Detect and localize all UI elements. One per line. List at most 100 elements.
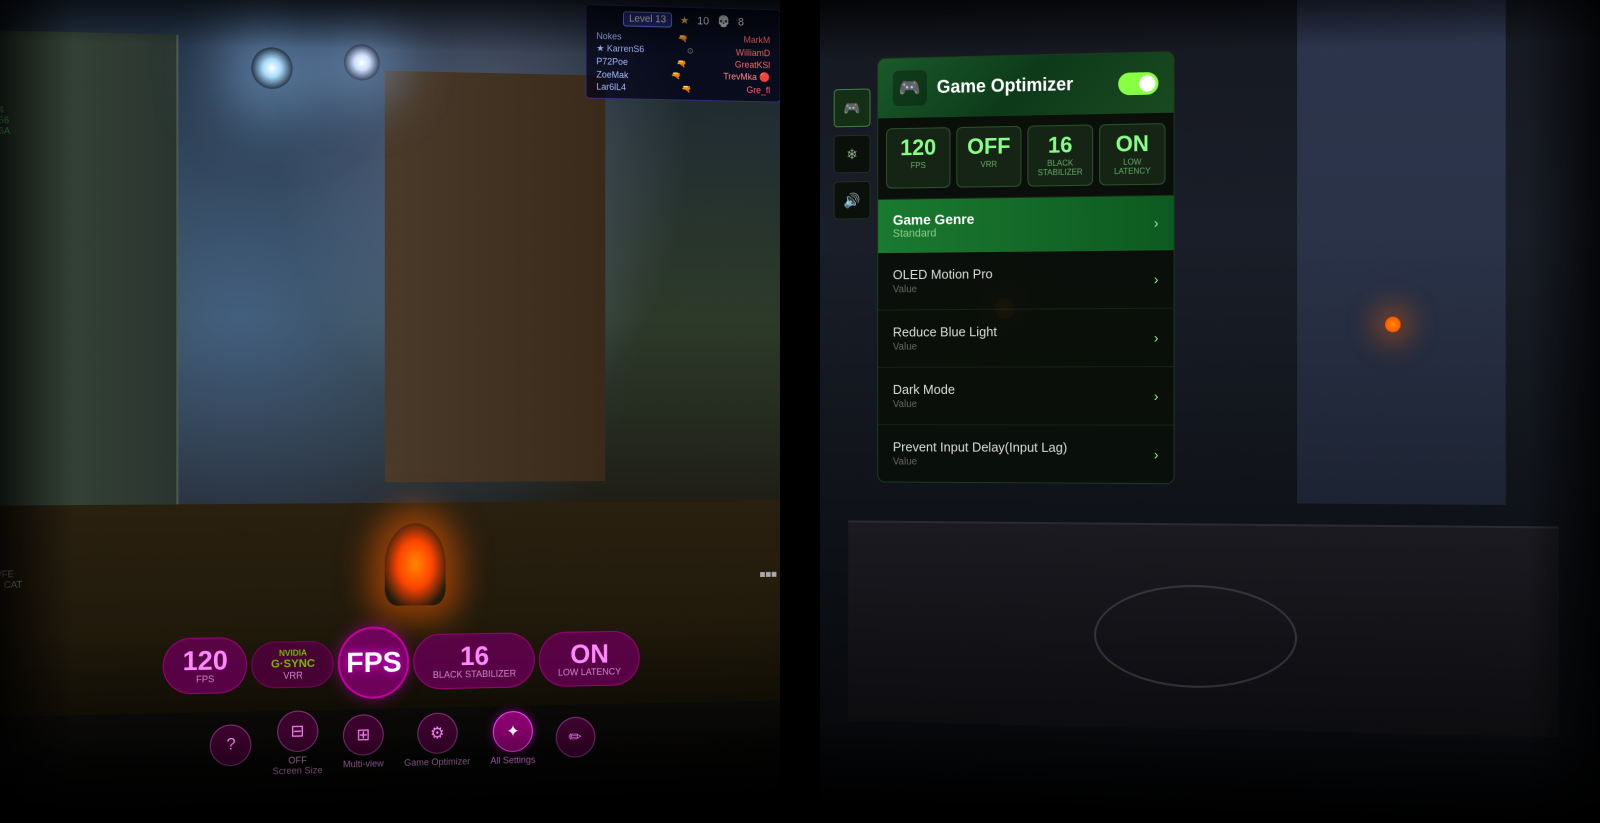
nvidia-pill: NVIDIA G·SYNC VRR <box>252 640 334 688</box>
side-icon-snowflake[interactable]: ❄ <box>834 135 871 174</box>
all-settings-icon: ✦ <box>493 711 533 753</box>
multiview-label: Multi-view <box>343 758 384 769</box>
hud-overlay: 120 FPS NVIDIA G·SYNC VRR FPS <box>0 620 800 823</box>
screen-size-label: OFFScreen Size <box>272 755 322 777</box>
panel-title: Game Optimizer <box>937 74 1073 98</box>
edit-button[interactable]: ✏ <box>555 716 595 758</box>
vrr-label: VRR <box>283 670 303 681</box>
dark-mode-text: Dark Mode Value <box>893 382 955 410</box>
stat-box-black-stab: 16 Black Stabilizer <box>1027 124 1093 186</box>
icon-bar: ? ⊟ OFFScreen Size ⊞ Multi-view ⚙ Game O… <box>210 704 595 778</box>
oled-motion-value: Value <box>893 283 993 295</box>
stat-lowlatency-value: ON <box>1106 132 1158 155</box>
all-settings-button[interactable]: ✦ All Settings <box>490 711 535 766</box>
monitor-right: 179 E 🎮 ❄ 🔊 🎮 Game Optimizer <box>800 0 1600 823</box>
panel-header: 🎮 Game Optimizer <box>878 52 1173 118</box>
wall-left <box>0 30 178 506</box>
oled-motion-text: OLED Motion Pro Value <box>893 266 993 295</box>
screen-container: s wins 34 456 56A Level 13 ★ 10 💀 8 Noke… <box>0 0 1600 800</box>
bottom-left-info: T/FE L. CAT <box>0 569 22 590</box>
reduce-blue-light-text: Reduce Blue Light Value <box>893 324 997 353</box>
center-gap <box>780 0 820 800</box>
fps-value: 120 <box>183 647 228 675</box>
multiview-icon: ⊞ <box>343 714 384 756</box>
game-genre-item[interactable]: Game Genre Standard › <box>878 196 1173 253</box>
oled-motion-chevron: › <box>1154 271 1159 287</box>
input-delay-title: Prevent Input Delay(Input Lag) <box>893 439 1067 455</box>
dark-mode-item[interactable]: Dark Mode Value › <box>878 367 1173 425</box>
game-genre-text: Game Genre Standard <box>893 211 974 240</box>
light-spot <box>251 47 292 89</box>
wall-right <box>385 71 605 483</box>
game-scene-left: s wins 34 456 56A Level 13 ★ 10 💀 8 Noke… <box>0 0 800 823</box>
stat-vrr-label: VRR <box>963 159 1014 169</box>
stat-blackstab-label: Black Stabilizer <box>1034 158 1086 177</box>
side-icon-sound[interactable]: 🔊 <box>834 181 871 220</box>
nvidia-logo: NVIDIA <box>279 648 307 658</box>
stat-blackstab-value: 16 <box>1034 134 1086 157</box>
torch-right <box>1385 317 1401 333</box>
reduce-blue-light-chevron: › <box>1154 329 1159 345</box>
edit-icon: ✏ <box>555 716 595 758</box>
stat-box-low-latency: ON Low Latency <box>1099 123 1165 186</box>
gsync-text: G·SYNC <box>271 657 315 670</box>
all-settings-label: All Settings <box>490 754 535 765</box>
waterfall-right <box>1297 0 1506 505</box>
level-badge: Level 13 <box>623 11 672 27</box>
game-optimizer-panel: 🎮 Game Optimizer 120 FPS OFF VRR <box>877 51 1174 484</box>
reduce-blue-light-item[interactable]: Reduce Blue Light Value › <box>878 309 1173 368</box>
monitor-left: s wins 34 456 56A Level 13 ★ 10 💀 8 Noke… <box>0 0 800 823</box>
side-stats: 34 456 56A <box>0 104 10 136</box>
screen-size-icon: ⊟ <box>277 710 318 752</box>
low-latency-label: Low Latency <box>558 666 621 677</box>
reduce-blue-light-title: Reduce Blue Light <box>893 324 997 340</box>
dark-mode-chevron: › <box>1154 388 1159 404</box>
panel-toggle[interactable] <box>1118 71 1158 94</box>
fps-stat-pill: 120 FPS <box>163 637 248 695</box>
stat-fps-value: 120 <box>893 136 944 159</box>
fps-label: FPS <box>196 674 214 685</box>
low-latency-pill: ON Low Latency <box>539 631 640 688</box>
input-delay-text: Prevent Input Delay(Input Lag) Value <box>893 439 1067 468</box>
game-optimizer-label: Game Optimizer <box>404 756 470 768</box>
stat-box-vrr: OFF VRR <box>956 126 1021 188</box>
screen-size-button[interactable]: ⊟ OFFScreen Size <box>272 710 322 776</box>
dark-mode-value: Value <box>893 399 955 410</box>
game-genre-chevron: › <box>1154 214 1159 230</box>
dark-mode-title: Dark Mode <box>893 382 955 397</box>
fps-center-big: FPS <box>338 626 409 699</box>
game-genre-value: Standard <box>893 227 974 240</box>
game-optimizer-icon: ⚙ <box>417 712 457 754</box>
score-row-5: Lar6lL4 🔫 Gre_fl <box>596 80 770 96</box>
stat-lowlatency-label: Low Latency <box>1106 157 1158 176</box>
input-delay-value: Value <box>893 456 1067 468</box>
stat-box-fps: 120 FPS <box>886 127 950 189</box>
game-genre-title: Game Genre <box>893 211 974 228</box>
stats-row: 120 FPS OFF VRR 16 Black Stabilizer ON L… <box>878 113 1173 200</box>
black-stab-pill: 16 Black Stabilizer <box>414 632 535 689</box>
input-delay-item[interactable]: Prevent Input Delay(Input Lag) Value › <box>878 425 1173 483</box>
black-stab-label: Black Stabilizer <box>433 668 516 680</box>
fire-effect <box>385 523 446 606</box>
help-button[interactable]: ? <box>210 723 252 766</box>
reduce-blue-light-value: Value <box>893 341 997 352</box>
help-icon: ? <box>210 723 252 766</box>
skull-count: 8 <box>738 16 744 28</box>
oled-motion-pro-item[interactable]: OLED Motion Pro Value › <box>878 250 1173 310</box>
star-count: 10 <box>697 15 709 27</box>
panel-header-left: 🎮 Game Optimizer <box>893 67 1073 106</box>
oled-motion-title: OLED Motion Pro <box>893 266 993 282</box>
stat-fps-label: FPS <box>893 161 944 171</box>
game-optimizer-button[interactable]: ⚙ Game Optimizer <box>404 712 470 768</box>
panel-gamepad-icon: 🎮 <box>893 70 927 106</box>
game-scene-right: 179 E 🎮 ❄ 🔊 🎮 Game Optimizer <box>800 0 1600 823</box>
multiview-button[interactable]: ⊞ Multi-view <box>343 714 384 770</box>
stat-bar: 120 FPS NVIDIA G·SYNC VRR FPS <box>163 622 640 703</box>
black-stab-value: 16 <box>460 642 489 669</box>
input-delay-chevron: › <box>1154 446 1159 462</box>
scoreboard: Level 13 ★ 10 💀 8 Nokes 🔫 MarkM ★ Karren… <box>585 4 780 102</box>
edge-bottom-right <box>800 720 1600 823</box>
stat-vrr-value: OFF <box>963 135 1014 158</box>
side-icon-gamepad[interactable]: 🎮 <box>834 88 871 127</box>
light-spot2 <box>344 44 380 81</box>
